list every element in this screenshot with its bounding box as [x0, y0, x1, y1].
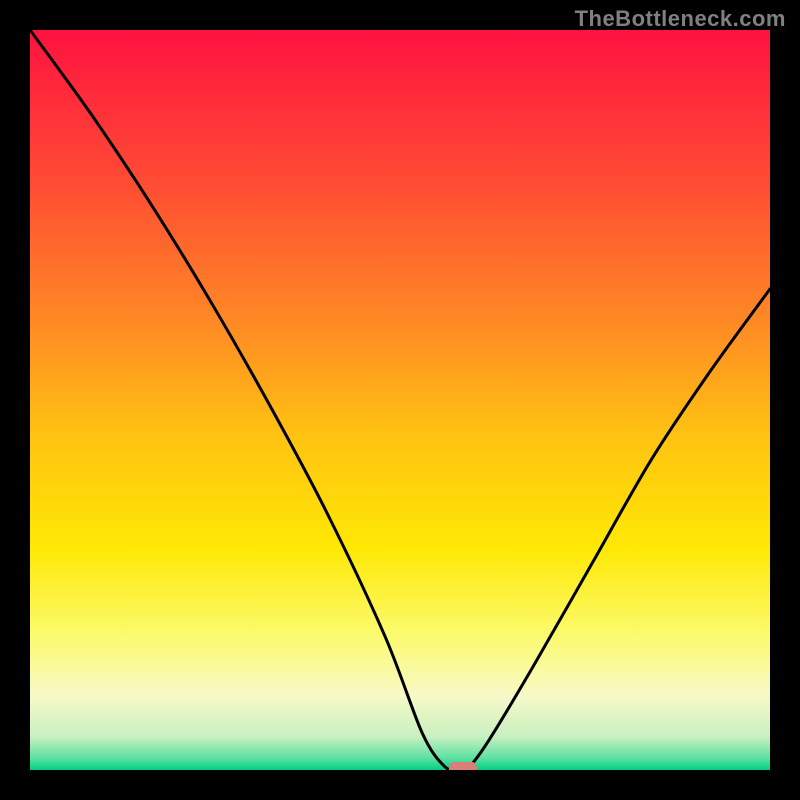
curve-layer: [30, 30, 770, 770]
bottleneck-curve: [30, 30, 770, 770]
plot-area: [30, 30, 770, 770]
minimum-marker: [449, 762, 477, 770]
watermark-text: TheBottleneck.com: [575, 6, 786, 32]
chart-container: TheBottleneck.com: [0, 0, 800, 800]
